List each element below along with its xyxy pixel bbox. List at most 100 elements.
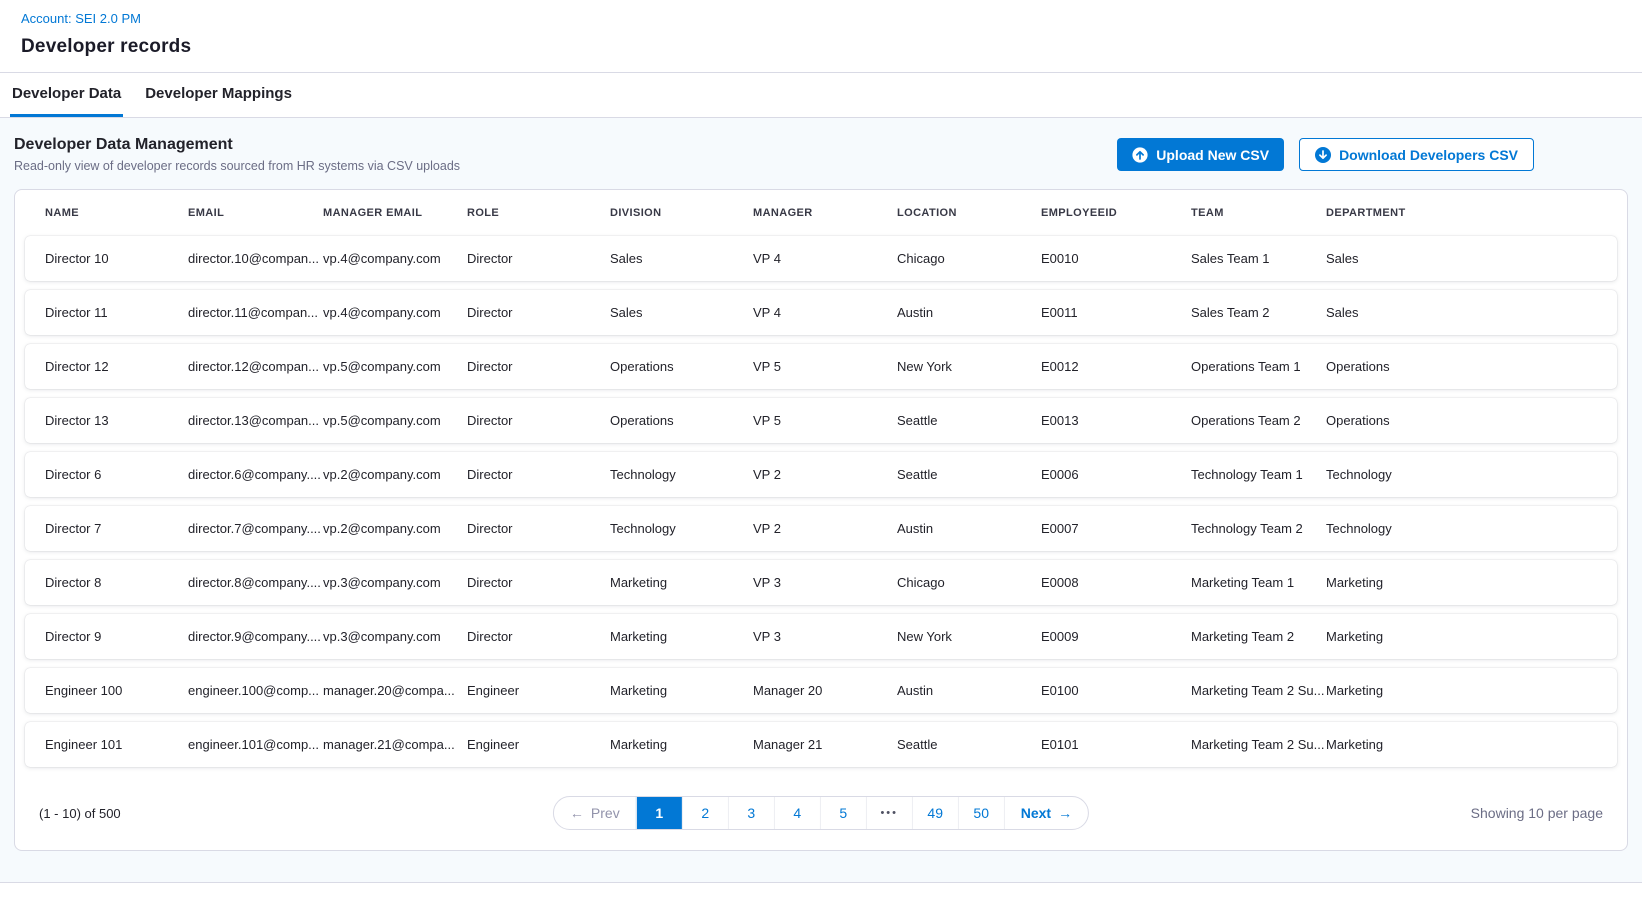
column-header-manager-email: MANAGER EMAIL [323, 207, 467, 219]
download-circle-icon [1315, 147, 1331, 163]
cell-department: Operations [1326, 413, 1617, 428]
cell-role: Director [467, 521, 610, 536]
table-row: Director 13director.13@compan...vp.5@com… [25, 398, 1617, 443]
pagination-ellipsis: ••• [866, 797, 912, 829]
cell-employeeid: E0006 [1041, 467, 1191, 482]
cell-manager: VP 2 [753, 521, 897, 536]
cell-division: Operations [610, 413, 753, 428]
cell-location: Seattle [897, 467, 1041, 482]
table-header-row: NAMEEMAILMANAGER EMAILROLEDIVISIONMANAGE… [25, 190, 1617, 236]
cell-name: Director 12 [45, 359, 188, 374]
cell-role: Director [467, 413, 610, 428]
cell-team: Marketing Team 2 [1191, 629, 1326, 644]
cell-employeeid: E0007 [1041, 521, 1191, 536]
cell-role: Engineer [467, 737, 610, 752]
page-header: Account: SEI 2.0 PM Developer records [0, 0, 1642, 73]
account-breadcrumb-link[interactable]: Account: SEI 2.0 PM [21, 11, 141, 26]
cell-department: Marketing [1326, 737, 1617, 752]
section-title: Developer Data Management [14, 136, 460, 154]
cell-name: Director 8 [45, 575, 188, 590]
cell-team: Technology Team 1 [1191, 467, 1326, 482]
cell-email: director.11@compan... [188, 305, 323, 320]
cell-manager: VP 3 [753, 575, 897, 590]
cell-department: Technology [1326, 467, 1617, 482]
cell-department: Marketing [1326, 629, 1617, 644]
next-page-button[interactable]: Next→ [1004, 797, 1088, 829]
tab-developer-data-label: Developer Data [12, 85, 121, 102]
table-row: Director 10director.10@compan...vp.4@com… [25, 236, 1617, 281]
cell-role: Director [467, 467, 610, 482]
cell-employeeid: E0011 [1041, 305, 1191, 320]
cell-name: Director 10 [45, 251, 188, 266]
tab-developer-mappings[interactable]: Developer Mappings [143, 73, 294, 117]
cell-division: Sales [610, 305, 753, 320]
cell-location: Austin [897, 683, 1041, 698]
column-header-team: TEAM [1191, 207, 1326, 219]
cell-name: Director 11 [45, 305, 188, 320]
cell-role: Director [467, 359, 610, 374]
column-header-location: LOCATION [897, 207, 1041, 219]
upload-new-csv-label: Upload New CSV [1156, 147, 1269, 163]
next-label: Next [1021, 805, 1051, 821]
cell-email: director.13@compan... [188, 413, 323, 428]
cell-employeeid: E0008 [1041, 575, 1191, 590]
cell-location: Austin [897, 305, 1041, 320]
cell-email: engineer.101@comp... [188, 737, 323, 752]
cell-employeeid: E0101 [1041, 737, 1191, 752]
cell-team: Marketing Team 1 [1191, 575, 1326, 590]
cell-email: director.12@compan... [188, 359, 323, 374]
page-button-49[interactable]: 49 [912, 797, 958, 829]
table-row: Director 12director.12@compan...vp.5@com… [25, 344, 1617, 389]
cell-manager: VP 4 [753, 251, 897, 266]
column-header-role: ROLE [467, 207, 610, 219]
app-root: Account: SEI 2.0 PM Developer records De… [0, 0, 1642, 883]
upload-new-csv-button[interactable]: Upload New CSV [1117, 138, 1284, 171]
cell-employeeid: E0013 [1041, 413, 1191, 428]
cell-team: Marketing Team 2 Su... [1191, 683, 1326, 698]
tab-developer-mappings-label: Developer Mappings [145, 85, 292, 102]
cell-role: Director [467, 251, 610, 266]
cell-employeeid: E0012 [1041, 359, 1191, 374]
section-header: Developer Data Management Read-only view… [14, 136, 1628, 173]
page-button-1[interactable]: 1 [636, 797, 682, 829]
prev-page-button[interactable]: ← Prev [554, 797, 636, 829]
arrow-left-icon: ← [570, 805, 584, 821]
download-developers-csv-button[interactable]: Download Developers CSV [1299, 138, 1534, 171]
page-button-2[interactable]: 2 [682, 797, 728, 829]
cell-manager: VP 5 [753, 359, 897, 374]
csv-actions: Upload New CSV Download Developers CSV [1117, 138, 1534, 171]
table-row: Director 6director.6@company....vp.2@com… [25, 452, 1617, 497]
column-header-division: DIVISION [610, 207, 753, 219]
cell-manager-email: vp.5@company.com [323, 359, 467, 374]
page-button-5[interactable]: 5 [820, 797, 866, 829]
page-button-4[interactable]: 4 [774, 797, 820, 829]
cell-team: Operations Team 1 [1191, 359, 1326, 374]
cell-location: Seattle [897, 737, 1041, 752]
cell-email: director.7@company.... [188, 521, 323, 536]
cell-employeeid: E0100 [1041, 683, 1191, 698]
cell-name: Engineer 100 [45, 683, 188, 698]
cell-team: Operations Team 2 [1191, 413, 1326, 428]
page-button-3[interactable]: 3 [728, 797, 774, 829]
table-row: Director 9director.9@company....vp.3@com… [25, 614, 1617, 659]
pagination-control: ← Prev 12345•••4950Next→ [553, 796, 1089, 830]
page-title: Developer records [21, 36, 1621, 58]
page-button-50[interactable]: 50 [958, 797, 1004, 829]
column-header-department: DEPARTMENT [1326, 207, 1617, 219]
cell-manager-email: vp.4@company.com [323, 305, 467, 320]
cell-team: Technology Team 2 [1191, 521, 1326, 536]
cell-manager: Manager 20 [753, 683, 897, 698]
content-panel: Developer Data Management Read-only view… [0, 118, 1642, 883]
tab-developer-data[interactable]: Developer Data [10, 73, 123, 117]
cell-department: Sales [1326, 305, 1617, 320]
cell-division: Technology [610, 521, 753, 536]
prev-label: Prev [591, 805, 620, 821]
developer-table: NAMEEMAILMANAGER EMAILROLEDIVISIONMANAGE… [14, 189, 1628, 851]
cell-team: Sales Team 1 [1191, 251, 1326, 266]
column-header-employeeid: EMPLOYEEID [1041, 207, 1191, 219]
upload-circle-icon [1132, 147, 1148, 163]
cell-email: director.6@company.... [188, 467, 323, 482]
cell-role: Director [467, 305, 610, 320]
tab-bar: Developer Data Developer Mappings [0, 73, 1642, 118]
cell-department: Technology [1326, 521, 1617, 536]
